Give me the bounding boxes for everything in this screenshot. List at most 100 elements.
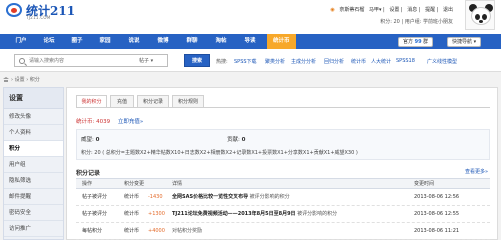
- points-formula: 积分: 20 ( 总积分=主题数X2+精华帖数X10+日志数X2+相册数X2+记…: [81, 150, 358, 156]
- sidebar-item-email[interactable]: 邮件提醒: [4, 189, 63, 205]
- hot-link[interactable]: SPSS下载: [234, 58, 257, 65]
- panda-eye-icon: [475, 14, 480, 20]
- sidebar-item-promotion[interactable]: 访问推广: [4, 221, 63, 237]
- logo-subtitle: TJ211.COM: [26, 15, 51, 20]
- row-detail: 全网SAS价格比较一览性交叉布导 被评分影响的积分: [172, 189, 290, 206]
- points-log-title: 积分记录: [76, 170, 101, 177]
- sidebar-item-avatar[interactable]: 修改头像: [4, 109, 63, 125]
- column-header: 变更时间: [414, 181, 435, 187]
- top-header: 统计211 TJ211.COM ◉ 奈斯蒂石榴 马甲▾ | 设置 | 消息 | …: [0, 0, 501, 34]
- nav-item-group[interactable]: 圈子: [68, 34, 86, 49]
- reputation-stat: 威望: 0: [81, 135, 99, 143]
- coin-label: 统计币:: [76, 119, 95, 125]
- row-change: -1430: [148, 194, 163, 200]
- breadcrumb-item-points: 积分: [29, 77, 40, 83]
- row-currency: 统计币: [124, 211, 140, 217]
- sidebar-item-points[interactable]: 积分: [4, 141, 63, 157]
- row-action[interactable]: 帖子被评分: [82, 206, 107, 223]
- settings-sidebar: 设置 修改头像 个人资料 积分 用户组 隐私筛选 邮件提醒 密码安全 访问推广: [3, 87, 64, 240]
- hot-search-label: 热搜:: [216, 59, 228, 65]
- view-more-link[interactable]: 查看更多»: [465, 168, 488, 175]
- contribution-value: 0: [241, 137, 246, 143]
- column-header: 积分变更: [124, 181, 145, 187]
- row-currency: 统计币: [124, 194, 140, 200]
- settings-link[interactable]: 设置: [389, 7, 399, 13]
- hot-link[interactable]: 统计币: [351, 58, 366, 65]
- home-icon[interactable]: [3, 77, 9, 82]
- quick-nav-button[interactable]: 快捷导航 ▾: [447, 37, 482, 47]
- row-detail-note: 被评分影响的积分: [249, 194, 290, 200]
- sidebar-item-password[interactable]: 密码安全: [4, 205, 63, 221]
- alt-account-link[interactable]: 马甲: [369, 7, 379, 13]
- coin-balance: 统计币: 4039 立即充值»: [76, 117, 143, 125]
- nav-item-coins[interactable]: 统计币: [267, 34, 296, 49]
- row-time: 2013-08-06 12:55: [414, 211, 460, 217]
- logout-link[interactable]: 退出: [443, 7, 453, 13]
- nav-item-forum[interactable]: 论坛: [40, 34, 58, 49]
- table-header: 操作 积分变更 详情 变更时间: [76, 178, 490, 189]
- recharge-link[interactable]: 立即充值»: [118, 119, 143, 125]
- nav-item-weibo[interactable]: 微博: [154, 34, 172, 49]
- search-scope-select[interactable]: 帖子 ▾: [139, 57, 153, 64]
- sidebar-item-usergroup[interactable]: 用户组: [4, 157, 63, 173]
- row-time: 2013-08-06 11:21: [414, 228, 460, 234]
- hot-link[interactable]: 回归分析: [324, 58, 344, 65]
- search-icon: [19, 58, 25, 64]
- nav-item-chat[interactable]: 群聊: [183, 34, 201, 49]
- contribution-label: 贡献:: [227, 137, 240, 143]
- row-detail: TJ211论坛免费视频活动——2013年8月5日至8月9日 被评分影响的积分: [172, 206, 337, 223]
- table-row: 帖子被评分 统计币 +1300 TJ211论坛免费视频活动——2013年8月5日…: [76, 206, 490, 223]
- stats-box: 威望: 0 贡献: 0 积分: 20 ( 总积分=主题数X2+精华帖数X10+日…: [76, 129, 490, 160]
- row-detail-link[interactable]: 全网SAS价格比较一览性交叉布导: [172, 194, 248, 200]
- username-link[interactable]: 奈斯蒂石榴: [339, 7, 364, 13]
- official-suffix: 群: [423, 39, 429, 45]
- contribution-stat: 贡献: 0: [227, 135, 245, 143]
- breadcrumb-separator: ›: [26, 77, 29, 83]
- search-button[interactable]: 搜索: [184, 54, 210, 67]
- sidebar-item-profile[interactable]: 个人资料: [4, 125, 63, 141]
- sidebar-item-privacy[interactable]: 隐私筛选: [4, 173, 63, 189]
- official-group-button[interactable]: 官方 99 群: [398, 37, 434, 47]
- tab-divider: [76, 107, 490, 108]
- reputation-label: 威望:: [81, 137, 94, 143]
- main-panel: 我的积分 充值 积分记录 积分规则 统计币: 4039 立即充值» 威望: 0 …: [66, 87, 498, 240]
- reminders-link[interactable]: 提醒: [425, 7, 435, 13]
- hot-link[interactable]: 主成分分析: [291, 58, 316, 65]
- hot-link[interactable]: 聚类分析: [265, 58, 285, 65]
- search-box: 帖子 ▾: [14, 54, 168, 67]
- row-detail-link[interactable]: TJ211论坛免费视频活动——2013年8月5日至8月9日: [172, 211, 296, 217]
- row-currency: 统计币: [124, 228, 140, 234]
- row-detail-note: 被评分影响的积分: [297, 211, 338, 217]
- panda-eye-icon: [482, 14, 487, 20]
- coin-value: 4039: [96, 119, 111, 125]
- avatar[interactable]: [465, 0, 495, 30]
- column-header: 操作: [82, 181, 93, 187]
- official-label: 官方: [403, 39, 414, 45]
- row-change: +1300: [148, 211, 165, 217]
- search-input[interactable]: [29, 56, 139, 66]
- breadcrumb-item-settings[interactable]: 设置: [15, 77, 25, 83]
- nav-item-collection[interactable]: 淘帖: [212, 34, 230, 49]
- search-scope-label: 帖子: [139, 58, 150, 64]
- hot-link[interactable]: SPSS18: [396, 58, 415, 64]
- nav-item-talk[interactable]: 说说: [125, 34, 143, 49]
- hot-link[interactable]: 广义线性模型: [427, 58, 457, 65]
- nav-item-home[interactable]: 家园: [96, 34, 114, 49]
- row-change: +4000: [148, 228, 165, 234]
- table-row: 帖子被评分 统计币 -1430 全网SAS价格比较一览性交叉布导 被评分影响的积…: [76, 189, 490, 206]
- main-nav: 门户 论坛 圈子 家园 说说 微博 群聊 淘帖 导读 统计币 官方 99 群 快…: [0, 34, 501, 49]
- row-action[interactable]: 帖子被评分: [82, 189, 107, 206]
- points-log-table: 操作 积分变更 详情 变更时间 帖子被评分 统计币 -1430 全网SAS价格比…: [76, 178, 490, 240]
- search-bar: 帖子 ▾ 搜索 热搜: SPSS下载 聚类分析 主成分分析 回归分析 统计币 人…: [0, 49, 501, 72]
- nav-item-guide[interactable]: 导读: [241, 34, 259, 49]
- messages-link[interactable]: 消息: [407, 7, 417, 13]
- column-header: 详情: [172, 181, 183, 187]
- official-count: 99: [414, 39, 422, 45]
- hot-link[interactable]: 人大统计: [371, 58, 391, 65]
- row-action[interactable]: 每帖积分: [82, 223, 102, 240]
- user-links: ◉ 奈斯蒂石榴 马甲▾ | 设置 | 消息 | 提醒 | 退出: [330, 7, 453, 13]
- nav-item-portal[interactable]: 门户: [12, 34, 30, 49]
- quick-nav-label: 快捷导航: [452, 39, 473, 45]
- reputation-value: 0: [95, 137, 100, 143]
- panda-nose-icon: [479, 20, 483, 23]
